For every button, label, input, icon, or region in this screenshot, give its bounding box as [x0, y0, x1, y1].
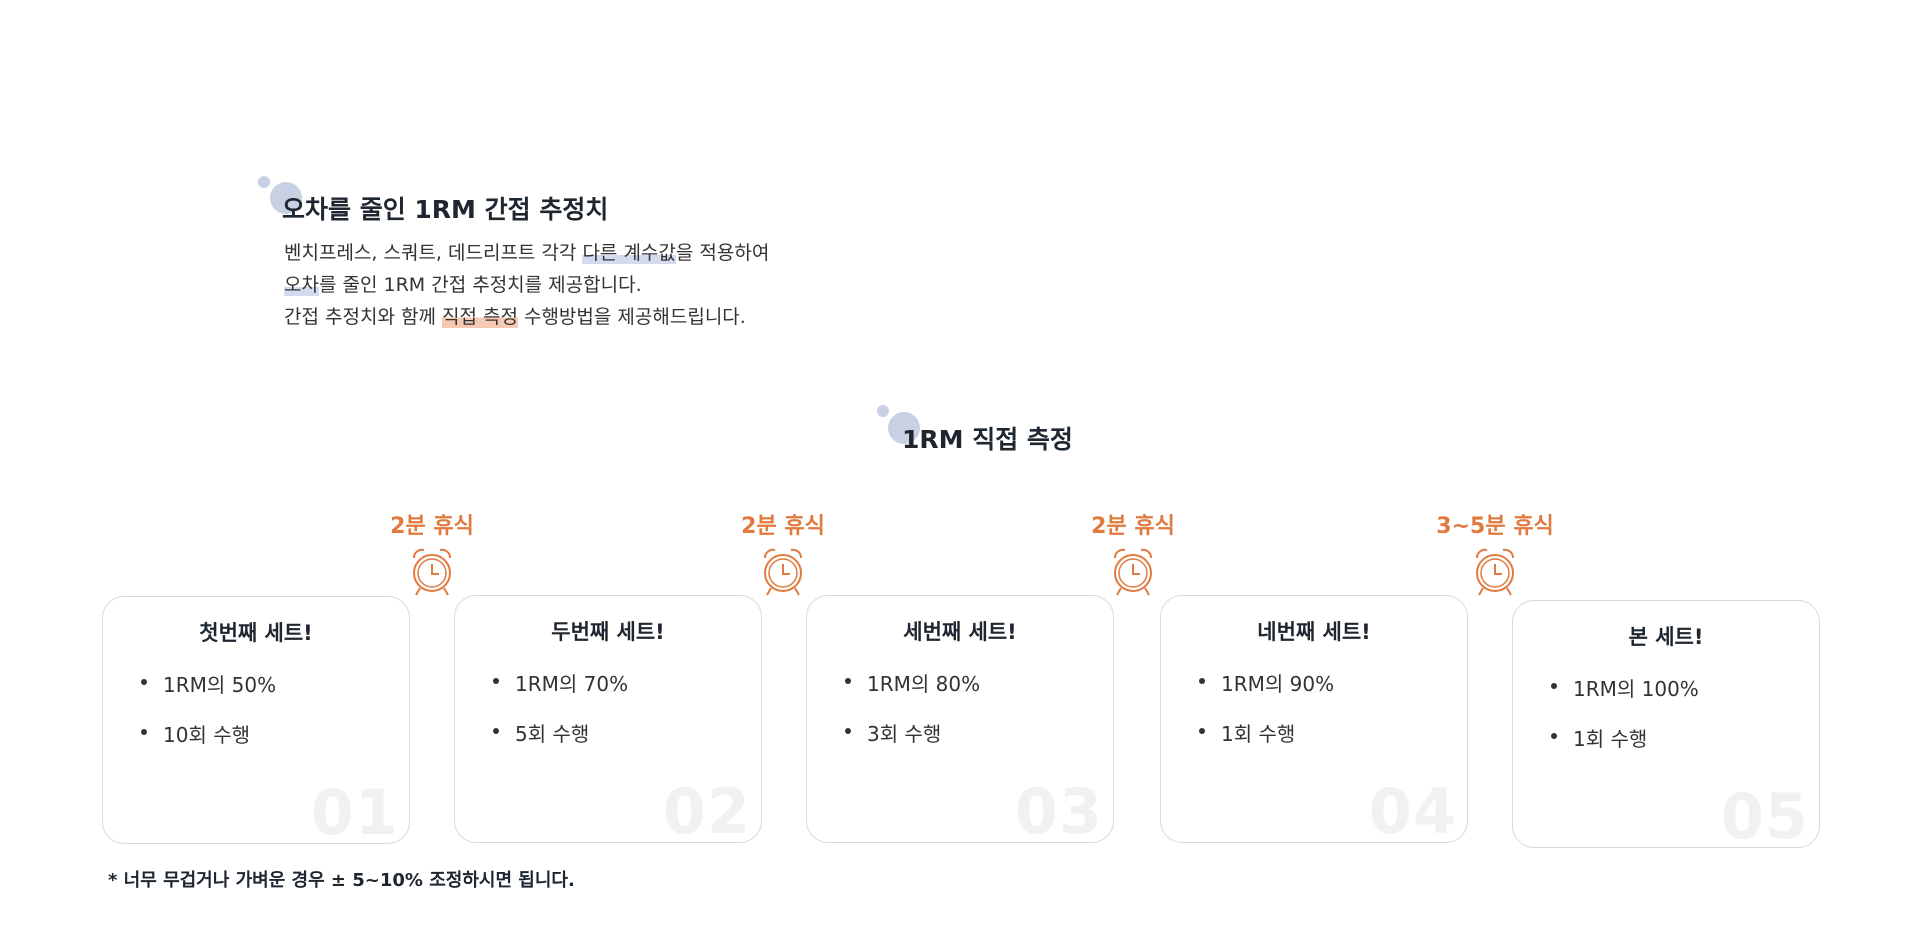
set-card-list: 1RM의 70% 5회 수행 — [491, 668, 628, 768]
estimate-description-line-1: 벤치프레스, 스쿼트, 데드리프트 각각 다른 계수값을 적용하여 — [284, 238, 769, 265]
set-card-list: 1RM의 90% 1회 수행 — [1197, 668, 1334, 768]
text-segment: 벤치프레스, 스쿼트, 데드리프트 각각 — [284, 242, 583, 264]
list-item: 10회 수행 — [139, 719, 276, 769]
set-card-1: 첫번째 세트! 1RM의 50% 10회 수행 01 — [102, 596, 410, 844]
set-card-title: 네번째 세트! — [1257, 620, 1371, 644]
set-card-number: 05 — [1720, 780, 1809, 848]
estimate-section-title: 오차를 줄인 1RM 간접 추정치 — [282, 195, 609, 224]
direct-section-title: 1RM 직접 측정 — [902, 425, 1073, 454]
list-item: 1RM의 70% — [491, 668, 628, 718]
alarm-clock-icon — [1114, 548, 1152, 596]
rest-indicator-4: 3~5분 휴식 — [1425, 508, 1565, 598]
rest-indicator-2: 2분 휴식 — [713, 508, 853, 598]
list-item: 5회 수행 — [491, 718, 628, 768]
highlight-direct-measure: 직접 측정 — [441, 306, 518, 328]
set-card-number: 04 — [1368, 775, 1457, 843]
text-segment: 수행방법을 제공해드립니다. — [517, 306, 746, 328]
decorative-dot-small — [877, 405, 889, 417]
set-card-title: 첫번째 세트! — [199, 621, 313, 645]
set-card-2: 두번째 세트! 1RM의 70% 5회 수행 02 — [454, 595, 762, 843]
list-item: 1RM의 100% — [1549, 673, 1699, 723]
footnote: * 너무 무겁거나 가벼운 경우 ± 5~10% 조정하시면 됩니다. — [108, 870, 575, 891]
text-segment: 를 줄인 1RM 간접 추정치를 제공합니다. — [318, 274, 642, 296]
list-item: 3회 수행 — [843, 718, 980, 768]
alarm-clock-icon — [1476, 548, 1514, 596]
list-item: 1회 수행 — [1197, 718, 1334, 768]
rest-label: 3~5분 휴식 — [1436, 514, 1554, 539]
set-card-list: 1RM의 80% 3회 수행 — [843, 668, 980, 768]
rest-indicator-1: 2분 휴식 — [362, 508, 502, 598]
rest-indicator-3: 2분 휴식 — [1063, 508, 1203, 598]
text-segment: 간접 추정치와 함께 — [284, 306, 442, 328]
set-card-list: 1RM의 50% 10회 수행 — [139, 669, 276, 769]
decorative-dot-small — [258, 176, 270, 188]
set-card-title: 세번째 세트! — [903, 620, 1017, 644]
set-card-number: 03 — [1014, 775, 1103, 843]
set-card-4: 네번째 세트! 1RM의 90% 1회 수행 04 — [1160, 595, 1468, 843]
rest-label: 2분 휴식 — [741, 514, 825, 539]
rest-label: 2분 휴식 — [390, 514, 474, 539]
list-item: 1RM의 90% — [1197, 668, 1334, 718]
highlight-error: 오차 — [284, 274, 319, 296]
list-item: 1RM의 50% — [139, 669, 276, 719]
text-segment: 을 적용하여 — [675, 242, 770, 264]
set-card-title: 본 세트! — [1628, 625, 1704, 649]
set-card-number: 01 — [310, 776, 399, 844]
set-card-5: 본 세트! 1RM의 100% 1회 수행 05 — [1512, 600, 1820, 848]
highlight-coefficient: 다른 계수값 — [582, 242, 676, 264]
set-card-number: 02 — [662, 775, 751, 843]
alarm-clock-icon — [413, 548, 451, 596]
list-item: 1RM의 80% — [843, 668, 980, 718]
alarm-clock-icon — [764, 548, 802, 596]
set-card-3: 세번째 세트! 1RM의 80% 3회 수행 03 — [806, 595, 1114, 843]
set-card-list: 1RM의 100% 1회 수행 — [1549, 673, 1699, 773]
estimate-description-line-2: 오차를 줄인 1RM 간접 추정치를 제공합니다. — [284, 270, 642, 297]
rest-label: 2분 휴식 — [1091, 514, 1175, 539]
list-item: 1회 수행 — [1549, 723, 1699, 773]
set-card-title: 두번째 세트! — [551, 620, 665, 644]
estimate-description-line-3: 간접 추정치와 함께 직접 측정 수행방법을 제공해드립니다. — [284, 302, 746, 329]
